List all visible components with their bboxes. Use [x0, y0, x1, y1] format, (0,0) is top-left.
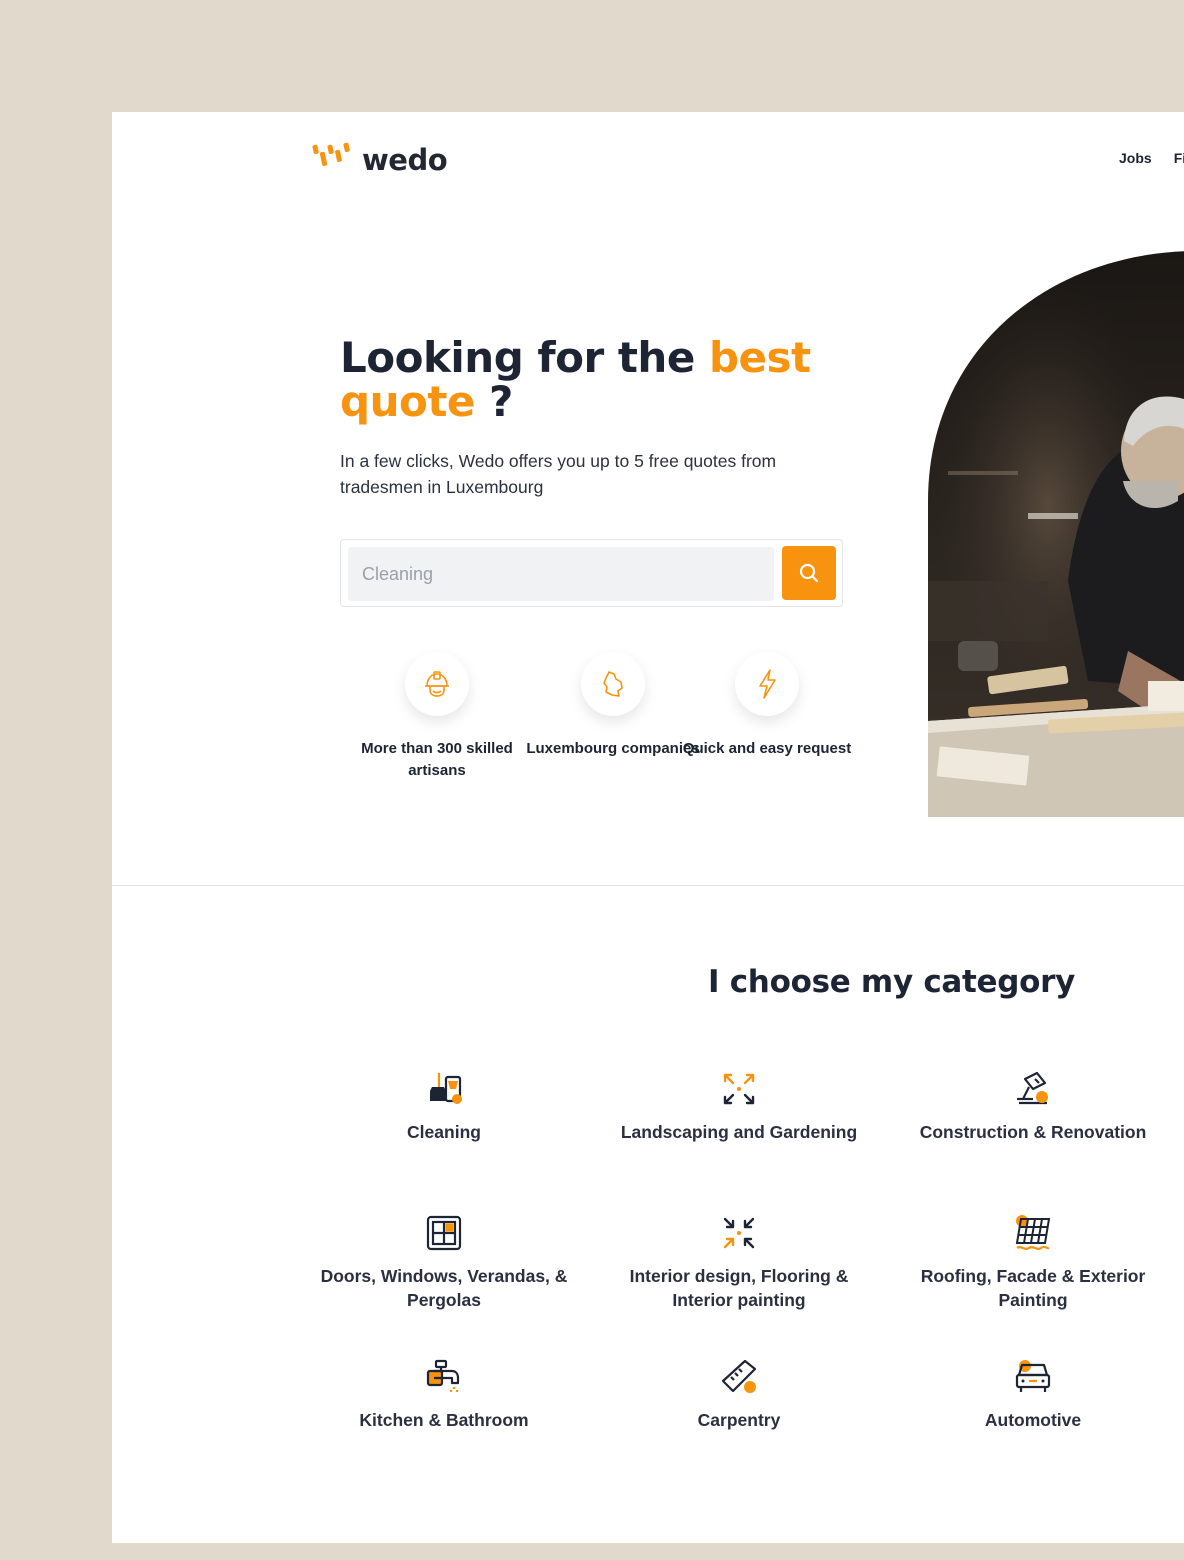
category-label: Automotive [984, 1410, 1082, 1430]
faucet-icon [426, 1359, 460, 1392]
lightning-icon [759, 669, 776, 699]
construction-icon [1017, 1071, 1048, 1105]
category-label: Carpentry [697, 1410, 781, 1430]
top-nav: Jobs Fi [1119, 150, 1184, 166]
feature-icon-circle [405, 652, 469, 716]
section-divider [112, 885, 1184, 886]
hero-title-part1: Looking for the [340, 333, 695, 382]
category-cleaning[interactable]: Cleaning [314, 1069, 574, 1144]
category-roofing[interactable]: Roofing, Facade & Exterior Painting [903, 1213, 1163, 1312]
hero-photo-craftsman [928, 251, 1184, 817]
nav-item-fi[interactable]: Fi [1174, 150, 1184, 166]
search-button[interactable] [782, 546, 836, 600]
cleaning-icon [430, 1073, 462, 1104]
hero-title-accent1: best [708, 333, 811, 382]
category-carpentry[interactable]: Carpentry [609, 1357, 869, 1432]
roofing-icon [1015, 1215, 1051, 1250]
feature-quick: Quick and easy request [677, 652, 857, 760]
category-label: Interior design, Flooring & Interior pai… [629, 1266, 849, 1310]
category-construction[interactable]: Construction & Renovation [903, 1069, 1163, 1144]
feature-label: Luxembourg companies [526, 740, 700, 757]
category-interior-design[interactable]: Interior design, Flooring & Interior pai… [609, 1213, 869, 1312]
categories-title: I choose my category [708, 964, 1076, 1000]
car-icon [1015, 1360, 1051, 1392]
feature-icon-circle [581, 652, 645, 716]
category-automotive[interactable]: Automotive [903, 1357, 1163, 1432]
category-doors-windows[interactable]: Doors, Windows, Verandas, & Pergolas [314, 1213, 574, 1312]
window-icon [426, 1215, 462, 1251]
category-label: Construction & Renovation [919, 1122, 1147, 1142]
feature-luxembourg: Luxembourg companies [523, 652, 703, 760]
search-bar [340, 539, 843, 607]
feature-icon-circle [735, 652, 799, 716]
category-label: Landscaping and Gardening [620, 1122, 858, 1142]
category-label: Cleaning [407, 1122, 481, 1142]
logo[interactable]: wedo [312, 142, 448, 178]
helmet-icon [425, 671, 449, 697]
category-landscaping[interactable]: Landscaping and Gardening [609, 1069, 869, 1144]
category-kitchen-bathroom[interactable]: Kitchen & Bathroom [314, 1357, 574, 1432]
category-label: Roofing, Facade & Exterior Painting [920, 1266, 1146, 1310]
feature-artisans: More than 300 skilled artisans [347, 652, 527, 782]
category-label: Doors, Windows, Verandas, & Pergolas [320, 1266, 568, 1310]
nav-item-jobs[interactable]: Jobs [1119, 150, 1152, 166]
luxembourg-map-icon [603, 671, 623, 697]
logo-mark-icon [312, 142, 350, 166]
search-input[interactable] [348, 547, 774, 601]
feature-label: Quick and easy request [682, 740, 852, 757]
feature-label: More than 300 skilled artisans [361, 740, 513, 779]
page: wedo Jobs Fi Looking for the best quote ?… [112, 112, 1184, 1543]
hero-title-end: ? [489, 377, 513, 426]
landscaping-icon [723, 1073, 755, 1105]
hero-title: Looking for the best quote ? [340, 336, 860, 424]
hero-title-accent2: quote [340, 377, 475, 426]
search-icon [799, 563, 819, 583]
hero-subtitle: In a few clicks, Wedo offers you up to 5… [340, 451, 777, 497]
logo-text: wedo [362, 143, 448, 177]
category-label: Kitchen & Bathroom [359, 1410, 529, 1430]
interior-design-icon [723, 1217, 755, 1249]
carpentry-icon [721, 1359, 757, 1393]
